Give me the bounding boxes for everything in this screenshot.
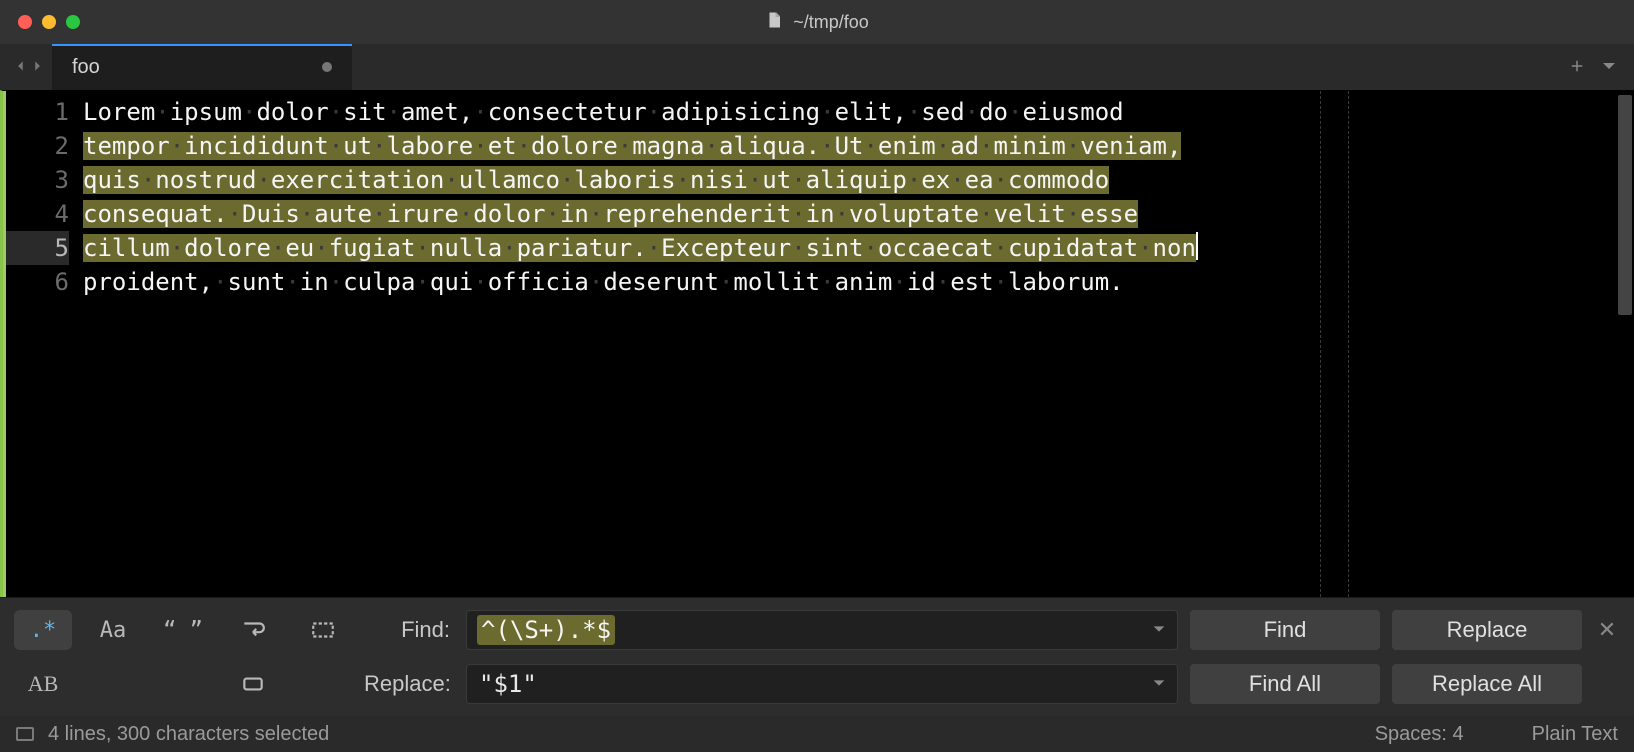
replace-input[interactable] bbox=[479, 670, 1137, 698]
dirty-indicator-icon bbox=[322, 62, 332, 72]
selection-info: 4 lines, 300 characters selected bbox=[48, 723, 329, 746]
replace-button[interactable]: Replace bbox=[1392, 610, 1582, 650]
code-line[interactable]: proident,·sunt·in·culpa·qui·officia·dese… bbox=[83, 265, 1634, 299]
code-line[interactable]: quis·nostrud·exercitation·ullamco·labori… bbox=[83, 163, 1634, 197]
code-line[interactable]: Lorem·ipsum·dolor·sit·amet,·consectetur·… bbox=[83, 95, 1634, 129]
line-number-gutter: 123456 bbox=[3, 91, 83, 597]
titlebar: ~/tmp/foo bbox=[0, 0, 1634, 44]
tab-nav bbox=[0, 44, 52, 90]
code-area[interactable]: Lorem·ipsum·dolor·sit·amet,·consectetur·… bbox=[83, 91, 1634, 597]
case-sensitive-toggle[interactable]: Aa bbox=[84, 610, 142, 650]
scrollbar-vertical[interactable] bbox=[1618, 95, 1632, 315]
git-gutter bbox=[3, 91, 6, 597]
code-line[interactable]: cillum·dolore·eu·fugiat·nulla·pariatur.·… bbox=[83, 231, 1634, 265]
line-number: 3 bbox=[3, 163, 69, 197]
panel-toggle-icon[interactable] bbox=[16, 727, 34, 741]
window-zoom-button[interactable] bbox=[66, 15, 80, 29]
in-selection-toggle[interactable] bbox=[294, 610, 352, 650]
replace-history-dropdown-icon[interactable] bbox=[1151, 671, 1167, 697]
window-minimize-button[interactable] bbox=[42, 15, 56, 29]
nav-back-icon[interactable] bbox=[14, 57, 28, 78]
line-number: 4 bbox=[3, 197, 69, 231]
file-icon bbox=[765, 9, 783, 36]
replace-field-wrap bbox=[466, 664, 1178, 704]
replace-all-button[interactable]: Replace All bbox=[1392, 664, 1582, 704]
find-label: Find: bbox=[364, 617, 454, 643]
preserve-case-toggle[interactable]: AB bbox=[14, 664, 72, 704]
find-button[interactable]: Find bbox=[1190, 610, 1380, 650]
tab-menu-icon[interactable] bbox=[1600, 57, 1618, 78]
tabbar: foo bbox=[0, 44, 1634, 90]
line-number: 5 bbox=[3, 231, 69, 265]
statusbar: 4 lines, 300 characters selected Spaces:… bbox=[0, 716, 1634, 752]
text-cursor bbox=[1196, 232, 1198, 260]
find-history-dropdown-icon[interactable] bbox=[1151, 617, 1167, 643]
syntax-info[interactable]: Plain Text bbox=[1532, 723, 1618, 746]
whole-word-toggle[interactable]: “ ” bbox=[154, 610, 212, 650]
line-number: 6 bbox=[3, 265, 69, 299]
tab-actions bbox=[1568, 44, 1634, 90]
regex-toggle[interactable]: .* bbox=[14, 610, 72, 650]
line-number: 2 bbox=[3, 129, 69, 163]
wrap-toggle[interactable] bbox=[224, 610, 282, 650]
editor[interactable]: 123456 Lorem·ipsum·dolor·sit·amet,·conse… bbox=[0, 90, 1634, 597]
indent-info[interactable]: Spaces: 4 bbox=[1375, 723, 1464, 746]
highlight-toggle[interactable] bbox=[224, 664, 282, 704]
replace-label: Replace: bbox=[364, 671, 454, 697]
tab-label: foo bbox=[72, 56, 100, 79]
find-all-button[interactable]: Find All bbox=[1190, 664, 1380, 704]
traffic-lights bbox=[0, 15, 80, 29]
window-title-text: ~/tmp/foo bbox=[793, 12, 869, 33]
code-line[interactable]: consequat.·Duis·aute·irure·dolor·in·repr… bbox=[83, 197, 1634, 231]
nav-forward-icon[interactable] bbox=[30, 57, 44, 78]
new-tab-icon[interactable] bbox=[1568, 57, 1586, 78]
tab-foo[interactable]: foo bbox=[52, 44, 352, 90]
code-line[interactable]: tempor·incididunt·ut·labore·et·dolore·ma… bbox=[83, 129, 1634, 163]
window-close-button[interactable] bbox=[18, 15, 32, 29]
line-number: 1 bbox=[3, 95, 69, 129]
window-title: ~/tmp/foo bbox=[0, 9, 1634, 36]
find-replace-panel: .* Aa “ ” Find: ^(\S+).*$ Find Replace ✕… bbox=[0, 597, 1634, 716]
find-field-wrap: ^(\S+).*$ bbox=[466, 610, 1178, 650]
close-panel-icon[interactable]: ✕ bbox=[1594, 617, 1620, 643]
